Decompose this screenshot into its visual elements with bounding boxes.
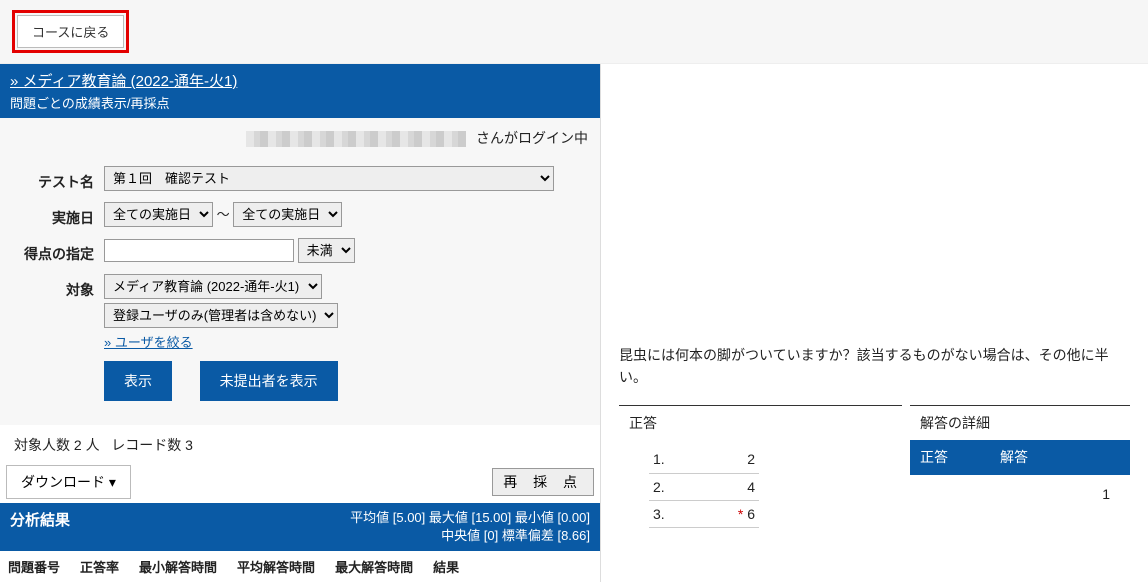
target-course-select[interactable]: メディア教育論 (2022-通年-火1) bbox=[104, 274, 322, 299]
answer-options-list: 1.2 2.4 3.* 6 bbox=[619, 440, 902, 534]
filter-users-link[interactable]: » ユーザを絞る bbox=[104, 335, 193, 350]
answer-detail-title: 解答の詳細 bbox=[910, 406, 1130, 440]
page-subtitle: 問題ごとの成績表示/再採点 bbox=[10, 93, 590, 112]
user-name-blurred bbox=[246, 131, 466, 147]
detail-value: 1 bbox=[910, 475, 1130, 513]
col-min-time: 最小解答時間 bbox=[139, 557, 217, 576]
test-name-label: テスト名 bbox=[14, 166, 104, 192]
col-result: 結果 bbox=[433, 557, 459, 576]
show-button[interactable]: 表示 bbox=[104, 361, 172, 401]
stats-line2: 中央値 [0] 標準偏差 [8.66] bbox=[350, 527, 590, 545]
login-suffix: さんがログイン中 bbox=[476, 130, 588, 146]
correct-answer-title: 正答 bbox=[619, 406, 902, 440]
date-label: 実施日 bbox=[14, 202, 104, 228]
score-condition-select[interactable]: 未満 bbox=[298, 238, 355, 263]
target-count-value: 2 人 bbox=[74, 437, 100, 453]
col-avg-time: 平均解答時間 bbox=[237, 557, 315, 576]
detail-col-answer: 解答 bbox=[1000, 446, 1028, 468]
score-label: 得点の指定 bbox=[14, 238, 104, 264]
target-count-label: 対象人数 bbox=[14, 437, 70, 453]
target-label: 対象 bbox=[14, 274, 104, 300]
stats-line1: 平均値 [5.00] 最大値 [15.00] 最小値 [0.00] bbox=[350, 509, 590, 527]
unsubmitted-button[interactable]: 未提出者を表示 bbox=[200, 361, 338, 401]
download-button[interactable]: ダウンロード ▾ bbox=[6, 465, 131, 499]
test-name-select[interactable]: 第１回 確認テスト bbox=[104, 166, 554, 191]
back-to-course-button[interactable]: コースに戻る bbox=[17, 15, 124, 48]
question-text: 昆虫には何本の脚がついていますか？該当するものがない場合は、その他に半い。 bbox=[619, 344, 1130, 389]
detail-col-correct: 正答 bbox=[920, 446, 1000, 468]
rescore-button[interactable]: 再 採 点 bbox=[492, 468, 594, 496]
col-max-time: 最大解答時間 bbox=[335, 557, 413, 576]
caret-down-icon: ▾ bbox=[109, 474, 116, 490]
list-item: 1.2 bbox=[649, 446, 759, 473]
col-question-no: 問題番号 bbox=[8, 557, 60, 576]
record-count-label: レコード数 bbox=[111, 437, 181, 453]
score-input[interactable] bbox=[104, 239, 294, 262]
list-item: 2.4 bbox=[649, 474, 759, 501]
col-correct-rate: 正答率 bbox=[80, 557, 119, 576]
analysis-title: 分析結果 bbox=[10, 509, 70, 530]
target-users-select[interactable]: 登録ユーザのみ(管理者は含めない) bbox=[104, 303, 338, 328]
list-item: 3.* 6 bbox=[649, 501, 759, 528]
date-to-select[interactable]: 全ての実施日 bbox=[233, 202, 342, 227]
record-count-value: 3 bbox=[185, 437, 193, 453]
date-separator: ～ bbox=[217, 207, 230, 222]
course-link[interactable]: » メディア教育論 (2022-通年-火1) bbox=[10, 73, 237, 90]
date-from-select[interactable]: 全ての実施日 bbox=[104, 202, 213, 227]
